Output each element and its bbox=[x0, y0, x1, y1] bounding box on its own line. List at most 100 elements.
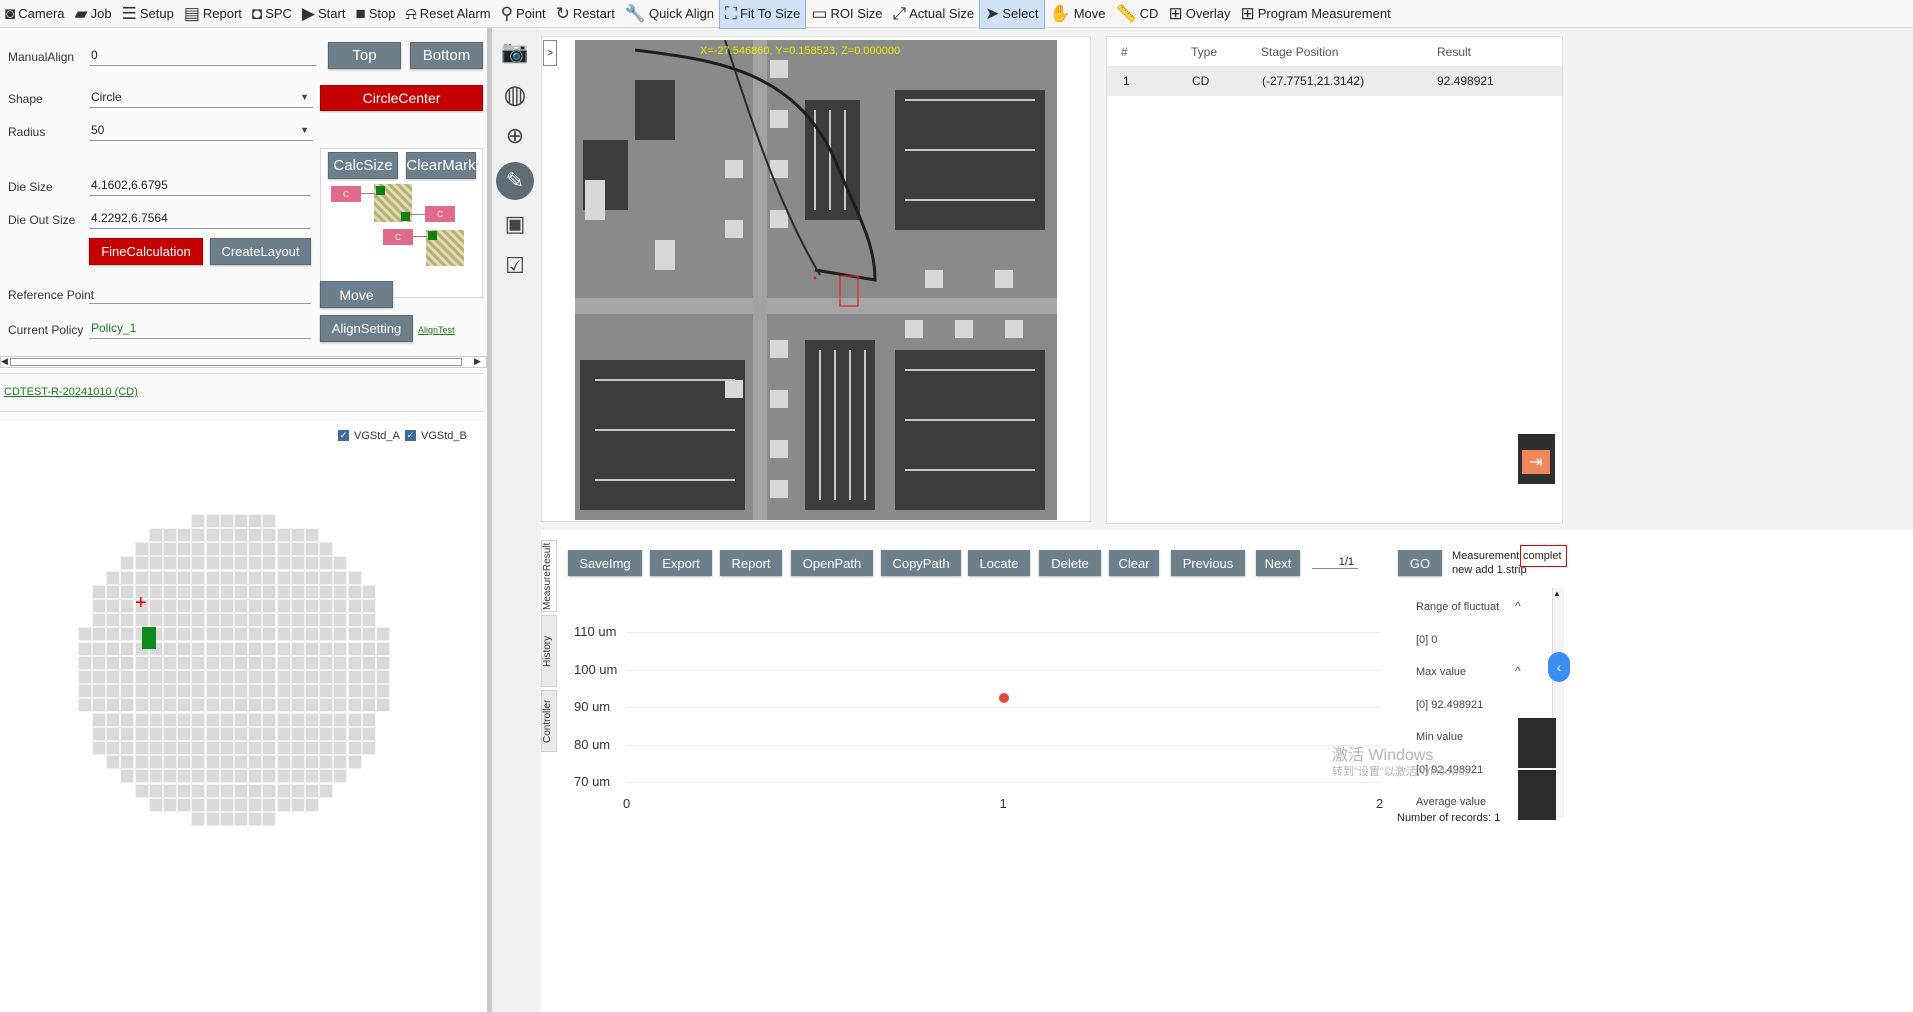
reference-point-input[interactable] bbox=[89, 286, 311, 304]
wafer-die[interactable] bbox=[162, 570, 177, 585]
wafer-die[interactable] bbox=[191, 755, 206, 770]
wafer-die[interactable] bbox=[106, 570, 121, 585]
wafer-die[interactable] bbox=[162, 797, 177, 812]
toolbar-actual-size-button[interactable]: ⤢ Actual Size bbox=[887, 0, 979, 28]
wafer-die[interactable] bbox=[248, 556, 263, 571]
wafer-die[interactable] bbox=[177, 712, 192, 727]
wafer-die[interactable] bbox=[333, 598, 348, 613]
toolbar-point-button[interactable]: ⚲ Point bbox=[496, 0, 551, 28]
wafer-die[interactable] bbox=[162, 669, 177, 684]
wafer-die[interactable] bbox=[276, 641, 291, 656]
wafer-die[interactable] bbox=[134, 769, 149, 784]
wafer-die[interactable] bbox=[304, 613, 319, 628]
wafer-die[interactable] bbox=[233, 769, 248, 784]
wafer-die[interactable] bbox=[361, 684, 376, 699]
wafer-die[interactable] bbox=[134, 684, 149, 699]
wafer-die[interactable] bbox=[333, 613, 348, 628]
wafer-die[interactable] bbox=[248, 811, 263, 826]
create-layout-button[interactable]: CreateLayout bbox=[210, 238, 311, 265]
wafer-die[interactable] bbox=[276, 797, 291, 812]
wafer-die[interactable] bbox=[248, 726, 263, 741]
side-widget[interactable] bbox=[1518, 718, 1556, 768]
wafer-die[interactable] bbox=[205, 527, 220, 542]
wafer-die[interactable] bbox=[375, 627, 390, 642]
wafer-die[interactable] bbox=[319, 542, 334, 557]
wafer-die[interactable] bbox=[262, 726, 277, 741]
wafer-die[interactable] bbox=[134, 570, 149, 585]
wafer-die[interactable] bbox=[106, 698, 121, 713]
wafer-die[interactable] bbox=[120, 598, 135, 613]
wafer-die[interactable] bbox=[361, 584, 376, 599]
wafer-die[interactable] bbox=[91, 740, 106, 755]
wafer-die[interactable] bbox=[333, 698, 348, 713]
wafer-die[interactable] bbox=[304, 542, 319, 557]
wafer-die[interactable] bbox=[333, 684, 348, 699]
wafer-die[interactable] bbox=[319, 726, 334, 741]
top-button[interactable]: Top bbox=[328, 42, 401, 69]
wafer-die[interactable] bbox=[177, 769, 192, 784]
wafer-die[interactable] bbox=[361, 726, 376, 741]
wafer-die[interactable] bbox=[290, 655, 305, 670]
wafer-die[interactable] bbox=[219, 513, 234, 528]
die-out-size-input[interactable]: 4.2292,6.7564 bbox=[89, 211, 311, 229]
wafer-die[interactable] bbox=[304, 655, 319, 670]
collapse-icon[interactable]: ^ bbox=[1515, 664, 1521, 678]
wafer-die[interactable] bbox=[177, 613, 192, 628]
wafer-die[interactable] bbox=[333, 556, 348, 571]
wafer-die[interactable] bbox=[77, 684, 92, 699]
wafer-die[interactable] bbox=[262, 513, 277, 528]
wafer-die[interactable] bbox=[162, 556, 177, 571]
wafer-die[interactable] bbox=[290, 769, 305, 784]
wafer-die[interactable] bbox=[347, 655, 362, 670]
wafer-die[interactable] bbox=[162, 726, 177, 741]
toolbar-job-button[interactable]: ▰ Job bbox=[70, 0, 117, 28]
wafer-die[interactable] bbox=[219, 641, 234, 656]
wafer-die[interactable] bbox=[177, 669, 192, 684]
wafer-die[interactable] bbox=[290, 641, 305, 656]
wafer-die[interactable] bbox=[77, 655, 92, 670]
wafer-die[interactable] bbox=[304, 570, 319, 585]
wafer-die[interactable] bbox=[290, 627, 305, 642]
wafer-die[interactable] bbox=[205, 556, 220, 571]
wafer-die[interactable] bbox=[347, 641, 362, 656]
toolbar-start-button[interactable]: ▶ Start bbox=[297, 0, 351, 28]
wafer-die[interactable] bbox=[91, 641, 106, 656]
wafer-die[interactable] bbox=[319, 570, 334, 585]
wafer-die[interactable] bbox=[205, 613, 220, 628]
wafer-die[interactable] bbox=[162, 627, 177, 642]
wafer-die[interactable] bbox=[134, 669, 149, 684]
wafer-die[interactable] bbox=[219, 584, 234, 599]
wafer-die[interactable] bbox=[148, 556, 163, 571]
wafer-die[interactable] bbox=[177, 755, 192, 770]
wafer-die[interactable] bbox=[233, 797, 248, 812]
wafer-die[interactable] bbox=[347, 584, 362, 599]
wafer-die[interactable] bbox=[333, 726, 348, 741]
wafer-die[interactable] bbox=[333, 584, 348, 599]
wafer-die[interactable] bbox=[106, 755, 121, 770]
wafer-die[interactable] bbox=[120, 740, 135, 755]
wafer-die[interactable] bbox=[134, 698, 149, 713]
wafer-die[interactable] bbox=[333, 755, 348, 770]
wafer-die[interactable] bbox=[205, 797, 220, 812]
wafer-die[interactable] bbox=[361, 598, 376, 613]
wafer-die[interactable] bbox=[106, 598, 121, 613]
wafer-die[interactable] bbox=[375, 641, 390, 656]
wafer-die[interactable] bbox=[248, 542, 263, 557]
wafer-die[interactable] bbox=[205, 755, 220, 770]
wafer-die[interactable] bbox=[361, 627, 376, 642]
wafer-die[interactable] bbox=[248, 769, 263, 784]
wafer-die[interactable] bbox=[106, 726, 121, 741]
wafer-die[interactable] bbox=[134, 542, 149, 557]
wafer-die[interactable] bbox=[205, 783, 220, 798]
wafer-die[interactable] bbox=[290, 712, 305, 727]
wafer-die[interactable] bbox=[162, 641, 177, 656]
next-button[interactable]: Next bbox=[1256, 550, 1300, 576]
wafer-die[interactable] bbox=[134, 712, 149, 727]
collapse-left-icon[interactable]: ‹ bbox=[1548, 652, 1570, 682]
wafer-die[interactable] bbox=[248, 669, 263, 684]
tab-measure-result[interactable]: MeasureResult bbox=[541, 540, 557, 612]
wafer-die[interactable] bbox=[177, 684, 192, 699]
wafer-die[interactable] bbox=[148, 613, 163, 628]
wafer-die[interactable] bbox=[205, 513, 220, 528]
scroll-right-icon[interactable]: ▶ bbox=[474, 356, 481, 367]
